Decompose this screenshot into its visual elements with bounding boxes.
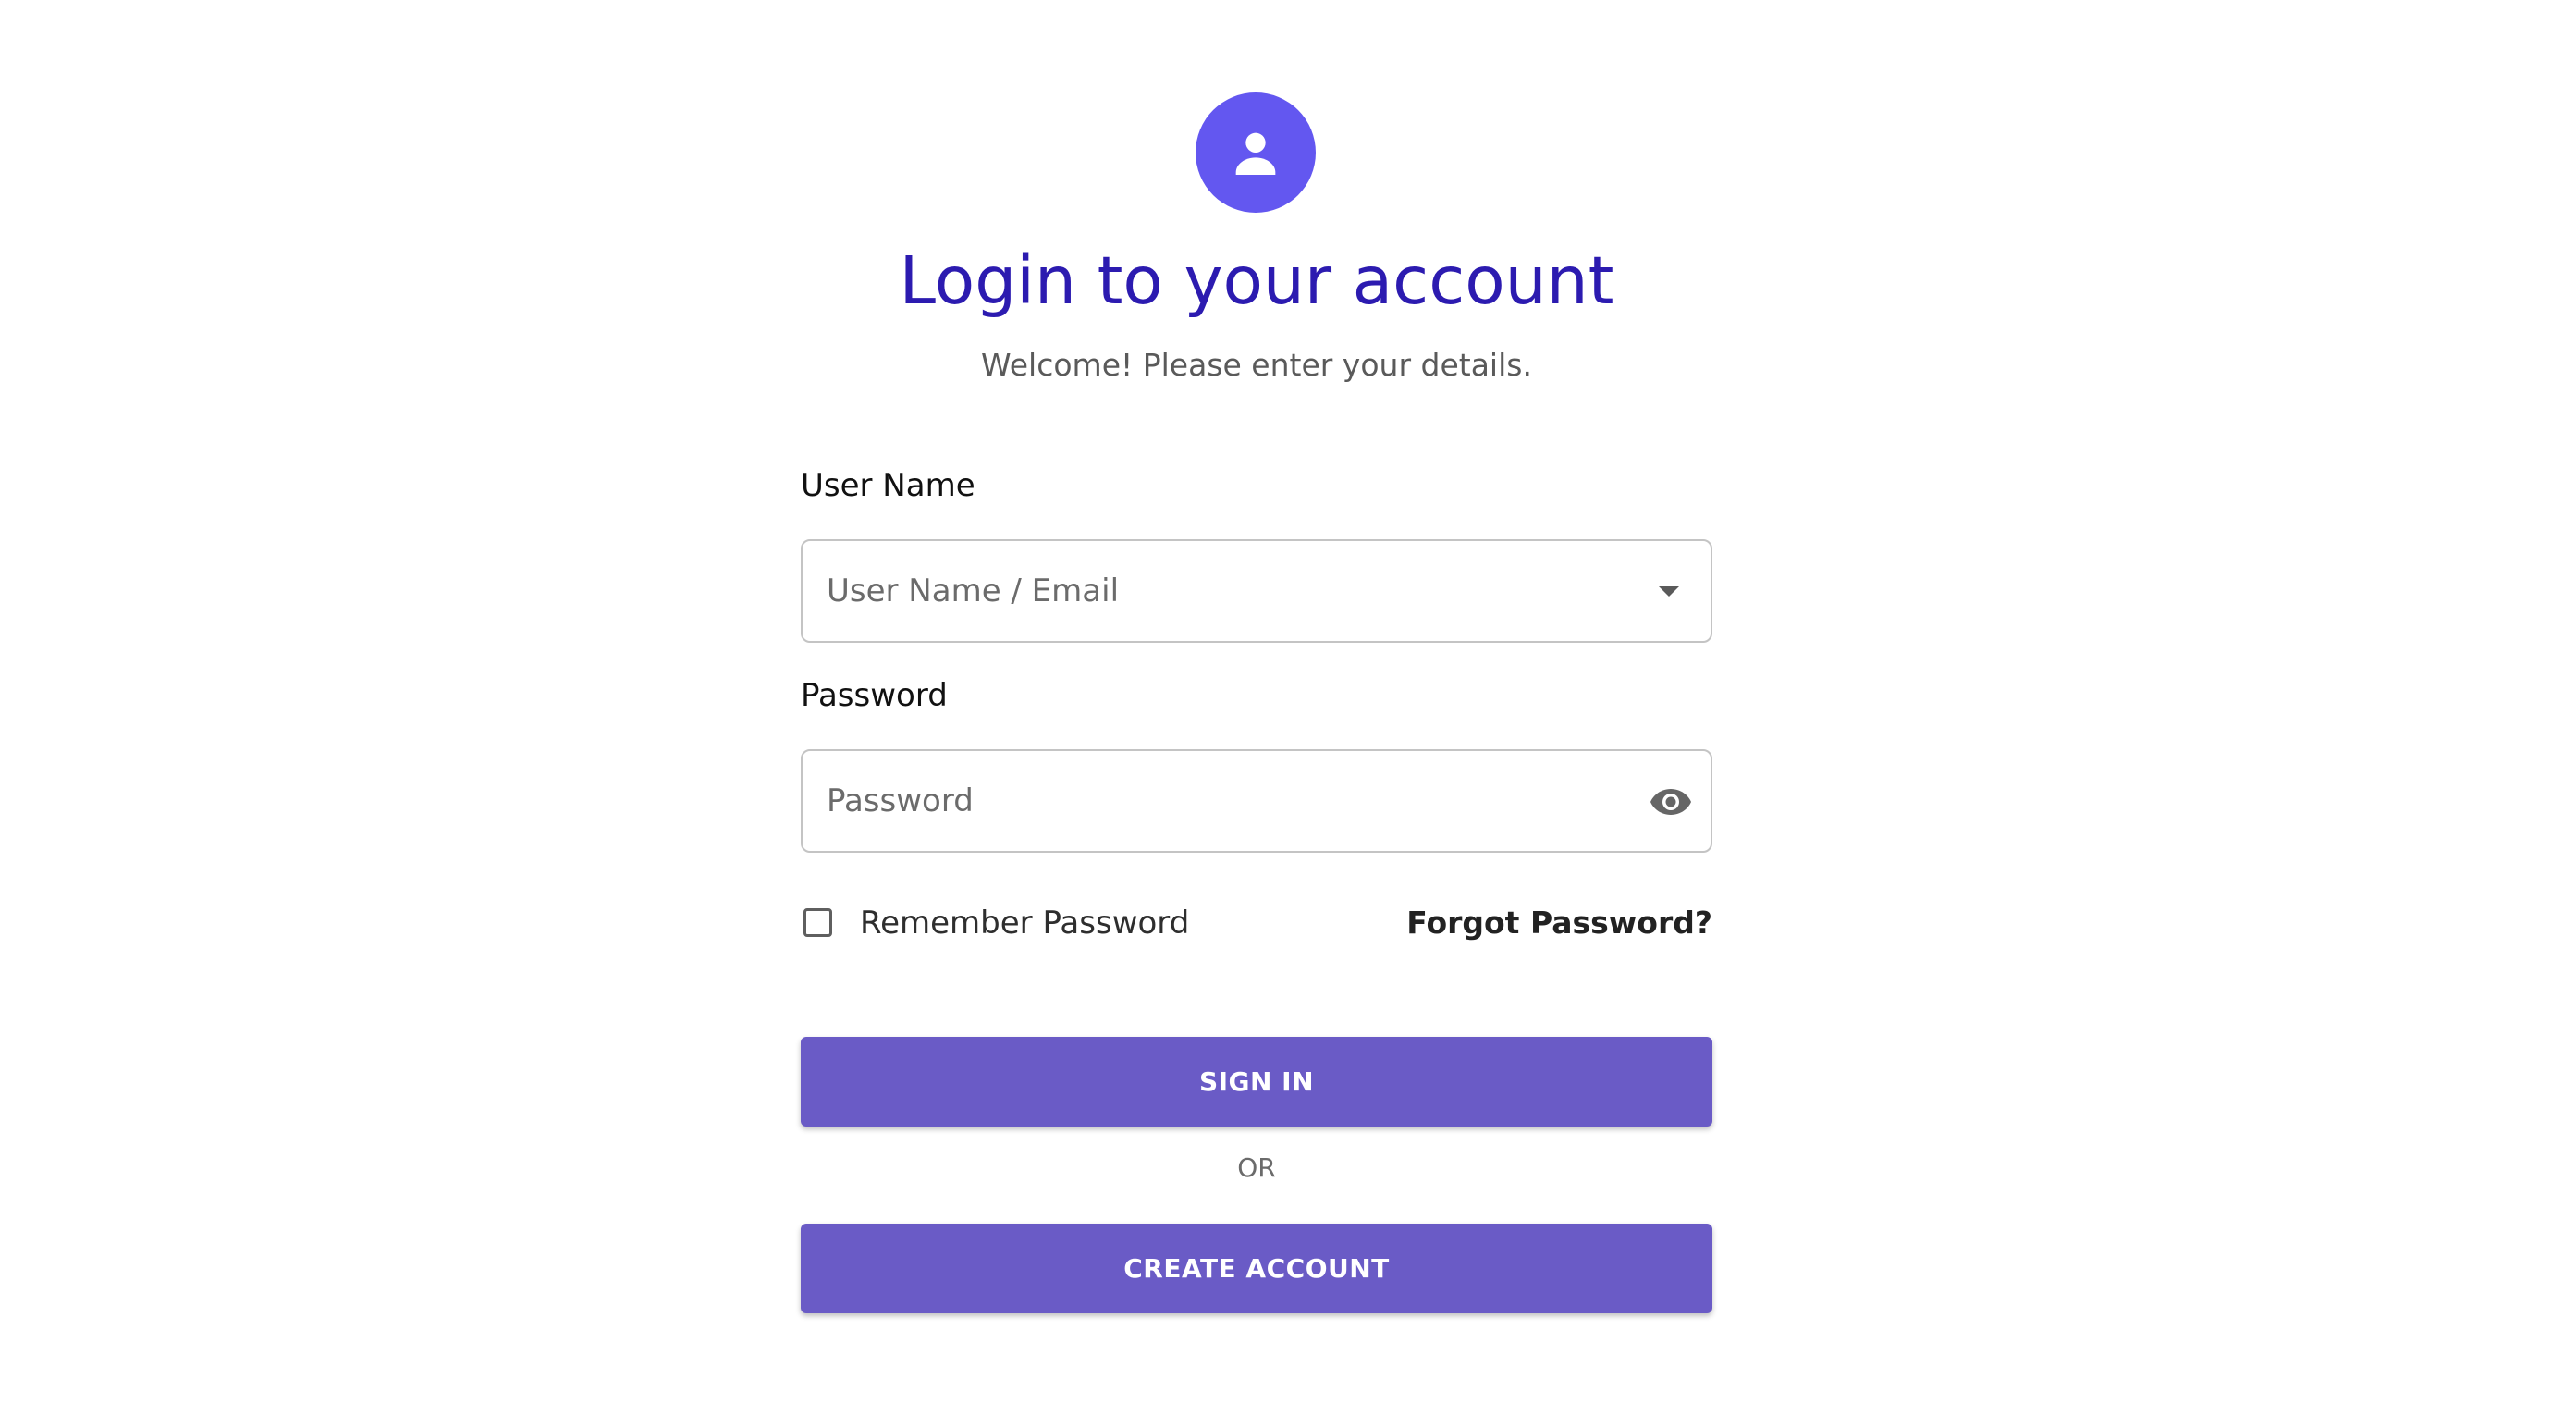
password-input[interactable] bbox=[827, 751, 1622, 851]
login-card: Login to your account Welcome! Please en… bbox=[801, 0, 1712, 1416]
remember-label[interactable]: Remember Password bbox=[860, 897, 1189, 949]
remember-checkbox[interactable] bbox=[803, 908, 832, 937]
page-subtitle: Welcome! Please enter your details. bbox=[981, 347, 1532, 383]
forgot-password-link[interactable]: Forgot Password? bbox=[1406, 897, 1712, 949]
page-title: Login to your account bbox=[899, 242, 1614, 319]
options-row: Remember Password Forgot Password? bbox=[801, 897, 1712, 949]
password-field[interactable] bbox=[801, 749, 1712, 853]
avatar bbox=[1196, 92, 1316, 213]
username-field[interactable] bbox=[801, 539, 1712, 643]
user-icon bbox=[1226, 123, 1285, 182]
password-label: Password bbox=[801, 677, 948, 714]
or-separator: OR bbox=[1237, 1152, 1276, 1183]
username-input[interactable] bbox=[827, 541, 1622, 641]
create-account-button[interactable]: CREATE ACCOUNT bbox=[801, 1224, 1712, 1313]
chevron-down-icon[interactable] bbox=[1655, 578, 1683, 606]
eye-icon[interactable] bbox=[1648, 781, 1694, 823]
sign-in-button[interactable]: SIGN IN bbox=[801, 1037, 1712, 1127]
username-label: User Name bbox=[801, 467, 975, 504]
